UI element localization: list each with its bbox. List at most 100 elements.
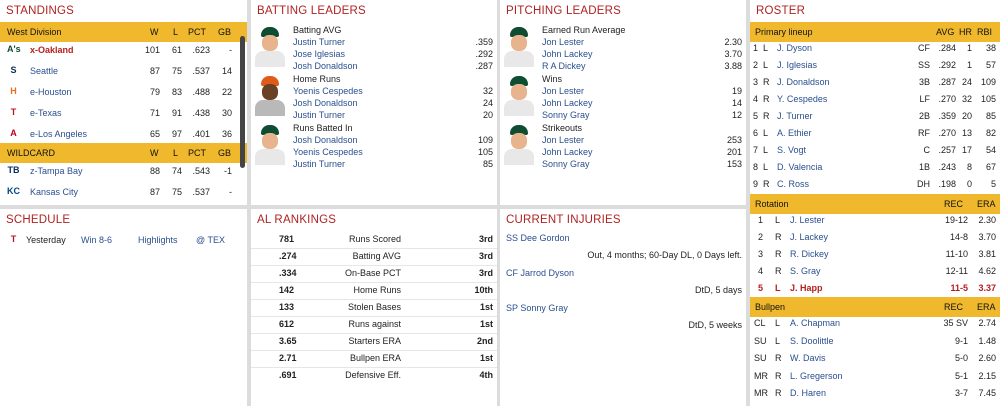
bullpen-row[interactable]: MR R L. Gregerson 5-1 2.15 <box>750 368 1000 385</box>
player-hr: 8 <box>966 162 972 172</box>
pitcher-name-link[interactable]: R. Dickey <box>790 246 829 263</box>
leader-player-link[interactable]: Jon Lester <box>542 85 584 97</box>
leader-player-link[interactable]: Josh Donaldson <box>293 60 358 72</box>
leader-player-link[interactable]: Josh Donaldson <box>293 134 358 146</box>
standings-row[interactable]: KC Kansas City 87 75 .537 - <box>0 182 247 202</box>
player-name-link[interactable]: J. Donaldson <box>777 74 830 91</box>
leader-player-link[interactable]: Justin Turner <box>293 109 345 121</box>
lineup-row[interactable]: 6 L A. Ethier RF .270 13 82 <box>750 125 1000 142</box>
standings-row[interactable]: A's x-Oakland 101 61 .623 - <box>0 40 247 60</box>
batting-leaders-panel: BATTING LEADERS Batting AVG Justin Turner… <box>251 0 497 205</box>
ranking-value: 781 <box>279 234 295 244</box>
team-name[interactable]: e-Los Angeles <box>30 124 87 144</box>
team-name[interactable]: Seattle <box>30 61 58 81</box>
lineup-row[interactable]: 1 L J. Dyson CF .284 1 38 <box>750 40 1000 57</box>
col-hr: HR <box>959 27 972 37</box>
team-name[interactable]: x-Oakland <box>30 40 74 60</box>
pitcher-name-link[interactable]: S. Gray <box>790 263 821 280</box>
highlights-link[interactable]: Highlights <box>138 230 178 250</box>
lineup-row[interactable]: 8 L D. Valencia 1B .243 8 67 <box>750 159 1000 176</box>
player-hand: R <box>763 94 770 104</box>
leader-player-link[interactable]: Yoenis Cespedes <box>293 85 363 97</box>
bullpen-row[interactable]: SU L S. Doolittle 9-1 1.48 <box>750 333 1000 350</box>
team-name[interactable]: z-Tampa Bay <box>30 161 83 181</box>
leader-player-link[interactable]: Sonny Gray <box>542 158 590 170</box>
standings-row[interactable]: SSeattle8775.537- <box>0 203 247 205</box>
bullpen-row[interactable]: SU R W. Davis 5-0 2.60 <box>750 350 1000 367</box>
team-name[interactable]: e-Houston <box>30 82 72 102</box>
standings-row[interactable]: Te-Texas 71 91 .438 30 <box>0 103 247 123</box>
player-name-link[interactable]: J. Iglesias <box>777 57 817 74</box>
lineup-row[interactable]: 4 R Y. Cespedes LF .270 32 105 <box>750 91 1000 108</box>
pitcher-hand: R <box>775 249 782 259</box>
rotation-row[interactable]: 2 R J. Lackey 14-8 3.70 <box>750 229 1000 246</box>
team-logo-icon: A <box>10 128 17 138</box>
batting-order: 4 <box>753 94 759 104</box>
pitcher-name-link[interactable]: J. Lackey <box>790 229 828 246</box>
leader-player-link[interactable]: Jon Lester <box>542 36 584 48</box>
team-name[interactable]: Kansas City <box>30 182 78 202</box>
rotation-row[interactable]: 1 L J. Lester 19-12 2.30 <box>750 212 1000 229</box>
bullpen-row[interactable]: MR R D. Haren 3-7 7.45 <box>750 385 1000 402</box>
player-name-link[interactable]: J. Turner <box>777 108 813 125</box>
team-name[interactable]: Seattle <box>30 203 58 205</box>
lineup-row[interactable]: 7 L S. Vogt C .257 17 54 <box>750 142 1000 159</box>
schedule-row[interactable]: T Yesterday Win 8-6 Highlights @ TEX <box>0 230 247 250</box>
player-avg: .243 <box>938 162 956 172</box>
pitcher-name-link[interactable]: J. Lester <box>790 212 825 229</box>
injured-player-link[interactable]: CF Jarrod Dyson <box>506 266 574 280</box>
player-name-link[interactable]: D. Valencia <box>777 159 822 176</box>
pitcher-name-link[interactable]: D. Haren <box>790 385 826 402</box>
standings-scrollbar[interactable] <box>240 36 245 168</box>
leader-player-link[interactable]: John Lackey <box>542 97 593 109</box>
standings-row[interactable]: He-Houston 79 83 .488 22 <box>0 82 247 102</box>
rotation-slot: 2 <box>758 232 764 242</box>
leader-player-link[interactable]: Sonny Gray <box>542 109 590 121</box>
pitcher-era: 3.70 <box>978 232 996 242</box>
bullpen-row[interactable]: CL L A. Chapman 35 SV 2.74 <box>750 315 1000 332</box>
leader-player-link[interactable]: Justin Turner <box>293 36 345 48</box>
team-losses: 75 <box>166 203 182 205</box>
pitcher-name-link[interactable]: J. Happ <box>790 280 823 297</box>
lineup-row[interactable]: 5 R J. Turner 2B .359 20 85 <box>750 108 1000 125</box>
leader-player-link[interactable]: R A Dickey <box>542 60 586 72</box>
pitcher-name-link[interactable]: A. Chapman <box>790 315 840 332</box>
standings-row[interactable]: S Seattle 87 75 .537 14 <box>0 61 247 81</box>
pitcher-name-link[interactable]: W. Davis <box>790 350 826 367</box>
pitcher-name-link[interactable]: S. Doolittle <box>790 333 834 350</box>
leader-player-link[interactable]: Jon Lester <box>542 134 584 146</box>
ranking-value: 142 <box>279 285 295 295</box>
player-name-link[interactable]: J. Dyson <box>777 40 812 57</box>
ranking-value: 2.71 <box>279 353 297 363</box>
opponent-link[interactable]: @ TEX <box>196 230 225 250</box>
leader-player-link[interactable]: Justin Turner <box>293 158 345 170</box>
lineup-row[interactable]: 3 R J. Donaldson 3B .287 24 109 <box>750 74 1000 91</box>
team-gb: 22 <box>221 87 232 97</box>
team-gb: 30 <box>221 108 232 118</box>
leader-player-link[interactable]: Jose Iglesias <box>293 48 345 60</box>
rotation-row[interactable]: 3 R R. Dickey 11-10 3.81 <box>750 246 1000 263</box>
leader-player-link[interactable]: John Lackey <box>542 48 593 60</box>
team-name[interactable]: e-Texas <box>30 103 62 123</box>
player-name-link[interactable]: S. Vogt <box>777 142 806 159</box>
injured-player-link[interactable]: SP Sonny Gray <box>506 301 568 315</box>
ranking-stat: Bullpen ERA <box>349 353 401 363</box>
bullpen-role: SU <box>754 353 767 363</box>
standings-panel: STANDINGS West Division W L PCT GB A's x-… <box>0 0 247 205</box>
standings-row[interactable]: TB z-Tampa Bay 88 74 .543 -1 <box>0 161 247 181</box>
injured-player-link[interactable]: SS Dee Gordon <box>506 231 570 245</box>
lineup-row[interactable]: 2 L J. Iglesias SS .292 1 57 <box>750 57 1000 74</box>
player-name-link[interactable]: Y. Cespedes <box>777 91 827 108</box>
game-result-link[interactable]: Win 8-6 <box>81 230 112 250</box>
pitcher-name-link[interactable]: L. Gregerson <box>790 368 843 385</box>
lineup-row[interactable]: 9 R C. Ross DH .198 0 5 <box>750 176 1000 193</box>
leader-player-link[interactable]: Yoenis Cespedes <box>293 146 363 158</box>
player-name-link[interactable]: A. Ethier <box>777 125 812 142</box>
standings-row[interactable]: Ae-Los Angeles 65 97 .401 36 <box>0 124 247 144</box>
rotation-row[interactable]: 4 R S. Gray 12-11 4.62 <box>750 263 1000 280</box>
player-hr: 20 <box>961 111 972 121</box>
leader-player-link[interactable]: Josh Donaldson <box>293 97 358 109</box>
rotation-row[interactable]: 5 L J. Happ 11-5 3.37 <box>750 280 1000 297</box>
leader-player-link[interactable]: John Lackey <box>542 146 593 158</box>
player-name-link[interactable]: C. Ross <box>777 176 809 193</box>
